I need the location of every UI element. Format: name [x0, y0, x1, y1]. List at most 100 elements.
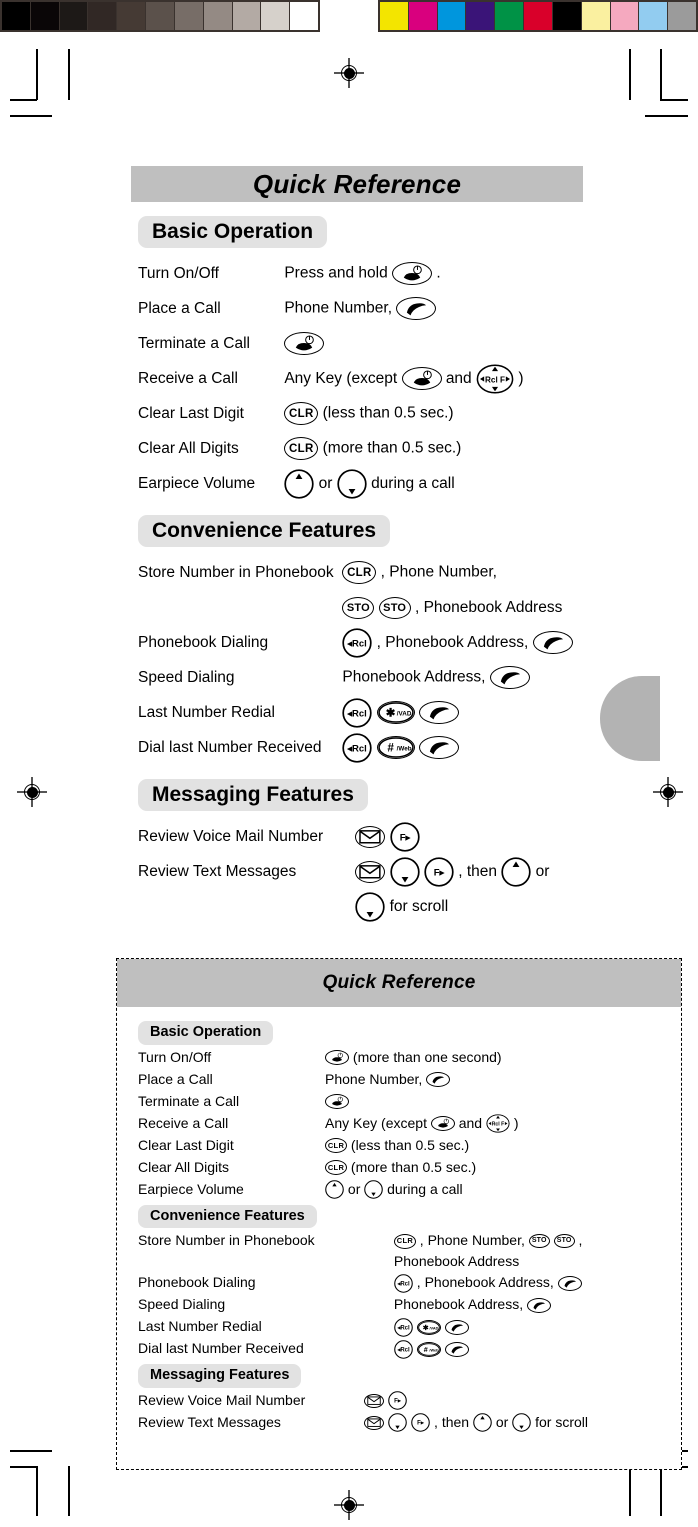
row-label: Terminate a Call	[138, 1092, 240, 1109]
row-value: CLR (more than 0.5 sec.)	[284, 431, 583, 466]
forward-key-icon[interactable]: F▸	[411, 1413, 430, 1433]
clear-key-icon[interactable]: CLR	[325, 1160, 348, 1176]
end-power-key-icon[interactable]	[430, 1116, 455, 1132]
value-text: Phonebook Address,	[342, 668, 486, 686]
table-row-continuation: STO STO , Phonebook Address	[138, 590, 583, 625]
hash-web-key-icon[interactable]: #/Web	[376, 736, 415, 759]
clear-key-icon[interactable]: CLR	[284, 402, 319, 425]
scroll-down-key-icon[interactable]	[389, 856, 420, 887]
value-text: , Phone Number,	[419, 1232, 525, 1249]
scroll-down-key-icon[interactable]	[388, 1413, 408, 1433]
end-power-key-icon[interactable]	[325, 1050, 350, 1066]
end-power-key-icon[interactable]	[284, 332, 325, 355]
scroll-down-key-icon[interactable]	[364, 1180, 384, 1200]
cut-card-sections: Basic Operation Turn On/Off (more than on…	[117, 1007, 681, 1434]
recall-key-icon[interactable]: ◂Rcl	[342, 732, 373, 763]
message-envelope-key-icon[interactable]	[364, 1415, 385, 1430]
recall-key-icon[interactable]: ◂Rcl	[394, 1318, 413, 1337]
star-vad-key-icon[interactable]: ✱/VAD	[416, 1319, 441, 1335]
row-value: CLR , Phone Number,	[342, 555, 583, 590]
svg-text:◂Rcl: ◂Rcl	[347, 708, 368, 719]
crop-mark-br-v	[660, 1466, 662, 1516]
store-key-icon[interactable]: STO	[342, 596, 375, 619]
forward-key-icon[interactable]: F▸	[388, 1391, 408, 1411]
navigation-pad-key-icon[interactable]: Rcl F	[476, 363, 514, 394]
message-envelope-key-icon[interactable]	[355, 860, 386, 883]
value-text: or	[495, 1413, 509, 1430]
key-label: CLR	[347, 566, 372, 579]
crop-mark-tr-h	[660, 99, 688, 101]
end-power-key-icon[interactable]	[325, 1094, 350, 1110]
table-row: Place a Call Phone Number,	[138, 291, 583, 326]
row-label: Earpiece Volume	[138, 474, 256, 492]
scroll-up-key-icon[interactable]	[325, 1180, 344, 1200]
row-value	[284, 326, 583, 361]
scroll-up-key-icon[interactable]	[473, 1413, 492, 1433]
row-value-continuation: STO STO , Phonebook Address	[342, 590, 583, 625]
send-call-key-icon[interactable]	[444, 1319, 469, 1335]
store-key-icon[interactable]: STO	[528, 1234, 550, 1249]
color-swatch	[639, 2, 669, 30]
send-call-key-icon[interactable]	[527, 1297, 552, 1313]
send-call-key-icon[interactable]	[426, 1072, 451, 1088]
forward-key-icon[interactable]: F▸	[424, 856, 454, 887]
key-label: CLR	[327, 1140, 345, 1150]
send-call-key-icon[interactable]	[489, 666, 530, 689]
row-value	[325, 1091, 667, 1113]
recall-key-icon[interactable]: ◂Rcl	[342, 697, 373, 728]
message-envelope-key-icon[interactable]	[355, 825, 386, 848]
scroll-up-key-icon[interactable]	[501, 856, 531, 887]
recall-key-icon[interactable]: ◂Rcl	[394, 1340, 413, 1359]
color-swatch	[174, 2, 204, 30]
send-call-key-icon[interactable]	[418, 736, 459, 759]
svg-text:◂Rcl: ◂Rcl	[396, 1348, 410, 1354]
send-call-key-icon[interactable]	[418, 701, 459, 724]
color-swatch	[466, 2, 496, 30]
scroll-up-key-icon[interactable]	[284, 468, 314, 499]
message-envelope-key-icon[interactable]	[364, 1393, 385, 1408]
row-label: Phonebook Dialing	[138, 633, 269, 651]
color-swatch	[581, 2, 611, 30]
send-call-key-icon[interactable]	[557, 1275, 582, 1291]
clear-key-icon[interactable]: CLR	[284, 437, 319, 460]
key-label: CLR	[289, 407, 314, 420]
recall-key-icon[interactable]: ◂Rcl	[394, 1274, 413, 1293]
table-row: Clear All Digits CLR (more than 0.5 sec.)	[138, 1157, 667, 1179]
row-value: CLR , Phone Number, STO STO ,	[393, 1230, 667, 1252]
scroll-down-key-icon[interactable]	[512, 1413, 531, 1433]
end-power-key-icon[interactable]	[392, 262, 433, 285]
page-thumb-tab	[600, 676, 660, 761]
star-vad-key-icon[interactable]: ✱/VAD	[376, 701, 415, 724]
end-power-key-icon[interactable]	[401, 367, 442, 390]
send-call-key-icon[interactable]	[444, 1341, 469, 1357]
clear-key-icon[interactable]: CLR	[325, 1138, 348, 1154]
forward-key-icon[interactable]: F▸	[389, 821, 420, 852]
send-call-key-icon[interactable]	[396, 297, 437, 320]
recall-key-icon[interactable]: ◂Rcl	[342, 627, 373, 658]
row-value: F▸ , then or	[355, 854, 583, 889]
clear-key-icon[interactable]: CLR	[393, 1233, 416, 1249]
value-text: Phonebook Address,	[393, 1296, 524, 1313]
navigation-pad-key-icon[interactable]: Rcl F	[486, 1114, 510, 1134]
row-label: Dial last Number Received	[138, 1340, 304, 1357]
svg-text:/VAD: /VAD	[429, 1326, 438, 1330]
cut-out-quick-reference-card: Quick Reference Basic Operation Turn On/O…	[116, 958, 682, 1470]
table-row: Turn On/Off (more than one second)	[138, 1047, 667, 1069]
store-key-icon[interactable]: STO	[553, 1234, 575, 1249]
send-call-key-icon[interactable]	[532, 631, 573, 654]
svg-text:✱: ✱	[423, 1324, 429, 1332]
scroll-down-key-icon[interactable]	[337, 468, 367, 499]
section-basic-operation-compact: Basic Operation Turn On/Off (more than on…	[138, 1021, 667, 1201]
row-label: Dial last Number Received	[138, 738, 322, 756]
store-key-icon[interactable]: STO	[378, 596, 411, 619]
hash-web-key-icon[interactable]: #/Web	[416, 1341, 441, 1357]
row-label: Clear Last Digit	[138, 404, 244, 422]
value-text: Press and hold	[284, 264, 388, 282]
clear-key-icon[interactable]: CLR	[342, 561, 377, 584]
table-row-continuation: Phonebook Address	[138, 1252, 667, 1272]
table-row: Clear Last Digit CLR (less than 0.5 sec.)	[138, 396, 583, 431]
scroll-down-key-icon[interactable]	[355, 891, 385, 922]
key-label: CLR	[289, 442, 314, 455]
color-swatch	[232, 2, 262, 30]
value-text: Any Key (except	[325, 1114, 427, 1131]
